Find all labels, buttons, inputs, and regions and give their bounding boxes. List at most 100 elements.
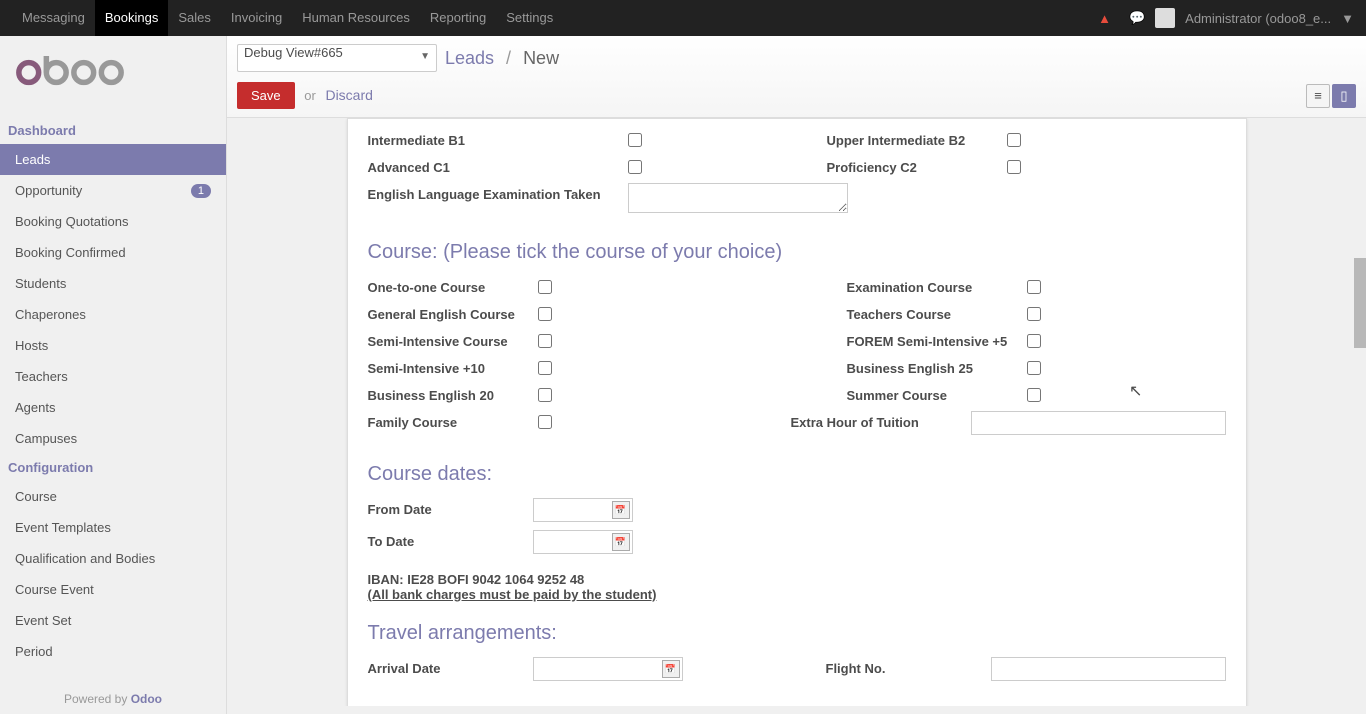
breadcrumb-root[interactable]: Leads: [445, 48, 494, 69]
checkbox-advanced-c1[interactable]: [628, 160, 642, 174]
calendar-icon[interactable]: 📅: [612, 501, 630, 519]
checkbox-proficiency-c2[interactable]: [1007, 160, 1021, 174]
checkbox-business-25[interactable]: [1027, 361, 1041, 375]
checkbox-semi-intensive[interactable]: [538, 334, 552, 348]
checkbox-general[interactable]: [538, 307, 552, 321]
sidebar-item-event-set[interactable]: Event Set: [0, 605, 226, 636]
textarea-exam-taken[interactable]: [628, 183, 848, 213]
nav-hr[interactable]: Human Resources: [292, 0, 420, 36]
sidebar-item-opportunity[interactable]: Opportunity1: [0, 175, 226, 206]
label-semi-intensive: Semi-Intensive Course: [368, 330, 538, 349]
sidebar-item-teachers[interactable]: Teachers: [0, 361, 226, 392]
checkbox-business-20[interactable]: [538, 388, 552, 402]
topnav-left: Messaging Bookings Sales Invoicing Human…: [12, 0, 563, 36]
or-text: or: [304, 88, 316, 103]
sidebar-section-configuration: Configuration: [0, 454, 226, 481]
sidebar-item-label: Booking Confirmed: [15, 245, 126, 260]
save-button[interactable]: Save: [237, 82, 295, 109]
avatar[interactable]: [1155, 8, 1175, 28]
breadcrumb-current: New: [523, 48, 559, 69]
list-view-button[interactable]: ≡: [1306, 84, 1330, 108]
badge: 1: [191, 184, 211, 198]
calendar-icon[interactable]: 📅: [612, 533, 630, 551]
input-flight-no[interactable]: [991, 657, 1226, 681]
debug-view-select[interactable]: Debug View#665: [237, 44, 437, 72]
discard-button[interactable]: Discard: [325, 87, 372, 103]
sidebar-item-students[interactable]: Students: [0, 268, 226, 299]
label-proficiency-c2: Proficiency C2: [827, 156, 1007, 175]
logo[interactable]: [0, 36, 226, 117]
checkbox-semi-intensive-10[interactable]: [538, 361, 552, 375]
nav-bookings[interactable]: Bookings: [95, 0, 168, 36]
powered-by: Powered by Odoo: [0, 692, 226, 706]
sidebar-item-label: Hosts: [15, 338, 48, 353]
section-dates: Course dates:: [368, 463, 1226, 486]
checkbox-forem-semi[interactable]: [1027, 334, 1041, 348]
label-family: Family Course: [368, 411, 538, 430]
label-extra-hour: Extra Hour of Tuition: [791, 411, 971, 430]
sidebar-item-agents[interactable]: Agents: [0, 392, 226, 423]
header-area: Debug View#665 Leads / New Save or Disca…: [227, 36, 1366, 118]
form-sheet: Intermediate B1 Upper Intermediate B2 Ad…: [347, 118, 1247, 706]
checkbox-upper-intermediate-b2[interactable]: [1007, 133, 1021, 147]
chat-icon[interactable]: 💬: [1129, 10, 1145, 26]
bank-note: (All bank charges must be paid by the st…: [368, 587, 1226, 602]
nav-sales[interactable]: Sales: [168, 0, 221, 36]
from-date-input-wrap[interactable]: 📅: [533, 498, 633, 522]
checkbox-summer[interactable]: [1027, 388, 1041, 402]
label-exam-taken: English Language Examination Taken: [368, 183, 628, 202]
sidebar-item-event-templates[interactable]: Event Templates: [0, 512, 226, 543]
odoo-link[interactable]: Odoo: [131, 692, 162, 706]
sidebar-item-label: Students: [15, 276, 66, 291]
checkbox-one-to-one[interactable]: [538, 280, 552, 294]
sidebar-item-campuses[interactable]: Campuses: [0, 423, 226, 454]
label-one-to-one: One-to-one Course: [368, 276, 538, 295]
sidebar-item-hosts[interactable]: Hosts: [0, 330, 226, 361]
scrollbar[interactable]: [1354, 128, 1366, 714]
nav-messaging[interactable]: Messaging: [12, 0, 95, 36]
checkbox-teachers[interactable]: [1027, 307, 1041, 321]
sidebar-item-booking-confirmed[interactable]: Booking Confirmed: [0, 237, 226, 268]
iban-text: IBAN: IE28 BOFI 9042 1064 9252 48: [368, 572, 1226, 587]
user-dropdown-icon[interactable]: ▼: [1341, 11, 1354, 26]
input-extra-hour[interactable]: [971, 411, 1226, 435]
section-course: Course: (Please tick the course of your …: [368, 241, 1226, 264]
sidebar: Dashboard Leads Opportunity1 Booking Quo…: [0, 36, 227, 714]
sidebar-item-period[interactable]: Period: [0, 636, 226, 667]
sidebar-item-label: Chaperones: [15, 307, 86, 322]
sidebar-item-qualification[interactable]: Qualification and Bodies: [0, 543, 226, 574]
sidebar-item-label: Event Set: [15, 613, 71, 628]
sidebar-item-booking-quotations[interactable]: Booking Quotations: [0, 206, 226, 237]
checkbox-intermediate-b1[interactable]: [628, 133, 642, 147]
checkbox-family[interactable]: [538, 415, 552, 429]
nav-invoicing[interactable]: Invoicing: [221, 0, 292, 36]
sidebar-item-leads[interactable]: Leads: [0, 144, 226, 175]
sidebar-item-label: Teachers: [15, 369, 68, 384]
from-date-input[interactable]: [534, 501, 612, 520]
nav-reporting[interactable]: Reporting: [420, 0, 496, 36]
sidebar-item-label: Agents: [15, 400, 55, 415]
label-business-25: Business English 25: [847, 357, 1027, 376]
sidebar-item-label: Period: [15, 644, 53, 659]
label-advanced-c1: Advanced C1: [368, 156, 628, 175]
user-name[interactable]: Administrator (odoo8_e...: [1185, 11, 1331, 26]
arrival-date-input-wrap[interactable]: 📅: [533, 657, 683, 681]
label-forem-semi: FOREM Semi-Intensive +5: [847, 330, 1027, 349]
to-date-input-wrap[interactable]: 📅: [533, 530, 633, 554]
checkbox-examination[interactable]: [1027, 280, 1041, 294]
label-business-20: Business English 20: [368, 384, 538, 403]
nav-settings[interactable]: Settings: [496, 0, 563, 36]
label-general: General English Course: [368, 303, 538, 322]
label-upper-intermediate-b2: Upper Intermediate B2: [827, 129, 1007, 148]
scrollbar-thumb[interactable]: [1354, 258, 1366, 348]
form-view-button[interactable]: ▯: [1332, 84, 1356, 108]
arrival-date-input[interactable]: [534, 660, 662, 679]
sidebar-item-course[interactable]: Course: [0, 481, 226, 512]
sidebar-item-label: Booking Quotations: [15, 214, 128, 229]
calendar-icon[interactable]: 📅: [662, 660, 680, 678]
to-date-input[interactable]: [534, 533, 612, 552]
sidebar-item-label: Course: [15, 489, 57, 504]
sidebar-item-course-event[interactable]: Course Event: [0, 574, 226, 605]
sidebar-item-chaperones[interactable]: Chaperones: [0, 299, 226, 330]
alert-icon[interactable]: ▲: [1098, 11, 1111, 26]
